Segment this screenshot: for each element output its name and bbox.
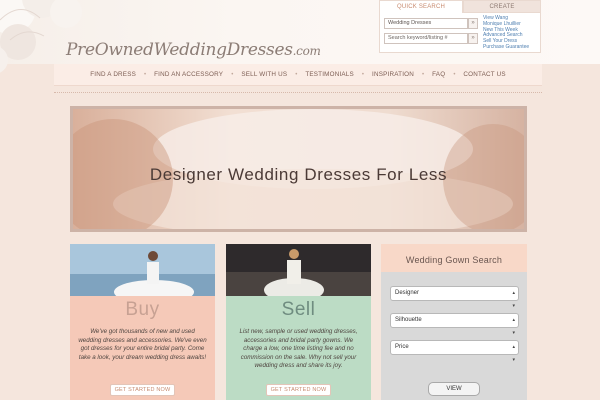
chevron-updown-icon: ▴ ▾ — [512, 344, 515, 363]
hero-banner[interactable]: Designer Wedding Dresses For Less — [70, 106, 527, 232]
quick-search-box: Quick Search Create Account/Login Weddin… — [379, 0, 541, 60]
sell-panel: Sell List new, sample or used wedding dr… — [226, 296, 371, 400]
nav-find-a-dress[interactable]: Find a Dress — [90, 71, 136, 78]
buy-panel: Buy We've got thousands of new and used … — [70, 296, 215, 400]
logo-tld: .com — [292, 44, 321, 58]
buy-description: We've got thousands of new and used wedd… — [78, 328, 207, 361]
nav-sell-with-us[interactable]: Sell With Us — [241, 71, 287, 78]
price-dropdown[interactable]: Price ▴ ▾ — [390, 340, 519, 363]
tab-quick-search[interactable]: Quick Search — [379, 0, 463, 13]
chevron-updown-icon: ▴ ▾ — [512, 290, 515, 309]
sell-bride-photo — [226, 244, 371, 296]
quick-link[interactable]: Purchase Guarantee — [483, 44, 541, 51]
designer-dropdown[interactable]: Designer ▴ ▾ — [390, 286, 519, 309]
sell-card: Sell List new, sample or used wedding dr… — [226, 244, 371, 400]
nav-find-an-accessory[interactable]: Find an Accessory — [154, 71, 223, 78]
buy-card: Buy We've got thousands of new and used … — [70, 244, 215, 400]
nav-testimonials[interactable]: Testimonials — [305, 71, 354, 78]
chevron-updown-icon: ▴ ▾ — [512, 317, 515, 336]
site-logo[interactable]: PreOwnedWeddingDresses.com — [66, 40, 321, 60]
nav-inspiration[interactable]: Inspiration — [372, 71, 414, 78]
sell-title: Sell — [281, 299, 316, 320]
silhouette-dropdown-label: Silhouette — [395, 317, 422, 323]
nav-separator: • — [295, 71, 298, 78]
price-dropdown-label: Price — [395, 344, 409, 350]
buy-get-started-button[interactable]: Get Started Now — [110, 384, 175, 396]
nav-separator: • — [361, 71, 365, 78]
gown-search-title: Wedding Gown Search — [381, 244, 527, 272]
buy-title: Buy — [125, 299, 160, 320]
logo-main-text: PreOwnedWeddingDresses — [66, 40, 293, 60]
nav-separator: • — [422, 71, 425, 78]
sell-description: List new, sample or used wedding dresses… — [239, 328, 358, 370]
view-button[interactable]: View — [428, 382, 480, 396]
nav-separator: • — [144, 71, 147, 78]
sell-get-started-button[interactable]: Get Started Now — [266, 384, 331, 396]
buy-bride-photo — [70, 244, 215, 296]
hero-title: Designer Wedding Dresses For Less — [149, 165, 448, 184]
category-select[interactable]: Wedding Dresses — [384, 18, 468, 29]
nav-separator: • — [231, 71, 234, 78]
main-nav: Find a Dress • Find an Accessory • Sell … — [54, 64, 542, 86]
category-go-button[interactable]: » — [468, 18, 478, 29]
nav-faq[interactable]: FAQ — [432, 71, 445, 78]
tab-create-account[interactable]: Create Account/Login — [463, 0, 541, 23]
wedding-gown-search: Wedding Gown Search Designer ▴ ▾ Silhouet… — [381, 244, 527, 400]
site-header: PreOwnedWeddingDresses.com Quick Search … — [0, 0, 600, 73]
dotted-divider — [54, 92, 542, 93]
quick-links: View Wang Monique Lhuillier New This Wee… — [483, 15, 541, 51]
designer-dropdown-label: Designer — [395, 290, 420, 296]
silhouette-dropdown[interactable]: Silhouette ▴ ▾ — [390, 313, 519, 336]
nav-separator: • — [453, 71, 456, 78]
gown-search-form: Designer ▴ ▾ Silhouette ▴ ▾ Price ▴ ▾ View — [381, 272, 527, 400]
nav-contact-us[interactable]: Contact Us — [463, 71, 505, 78]
keyword-search-input[interactable]: Search keyword/listing # — [384, 33, 468, 44]
keyword-go-button[interactable]: » — [468, 33, 478, 44]
